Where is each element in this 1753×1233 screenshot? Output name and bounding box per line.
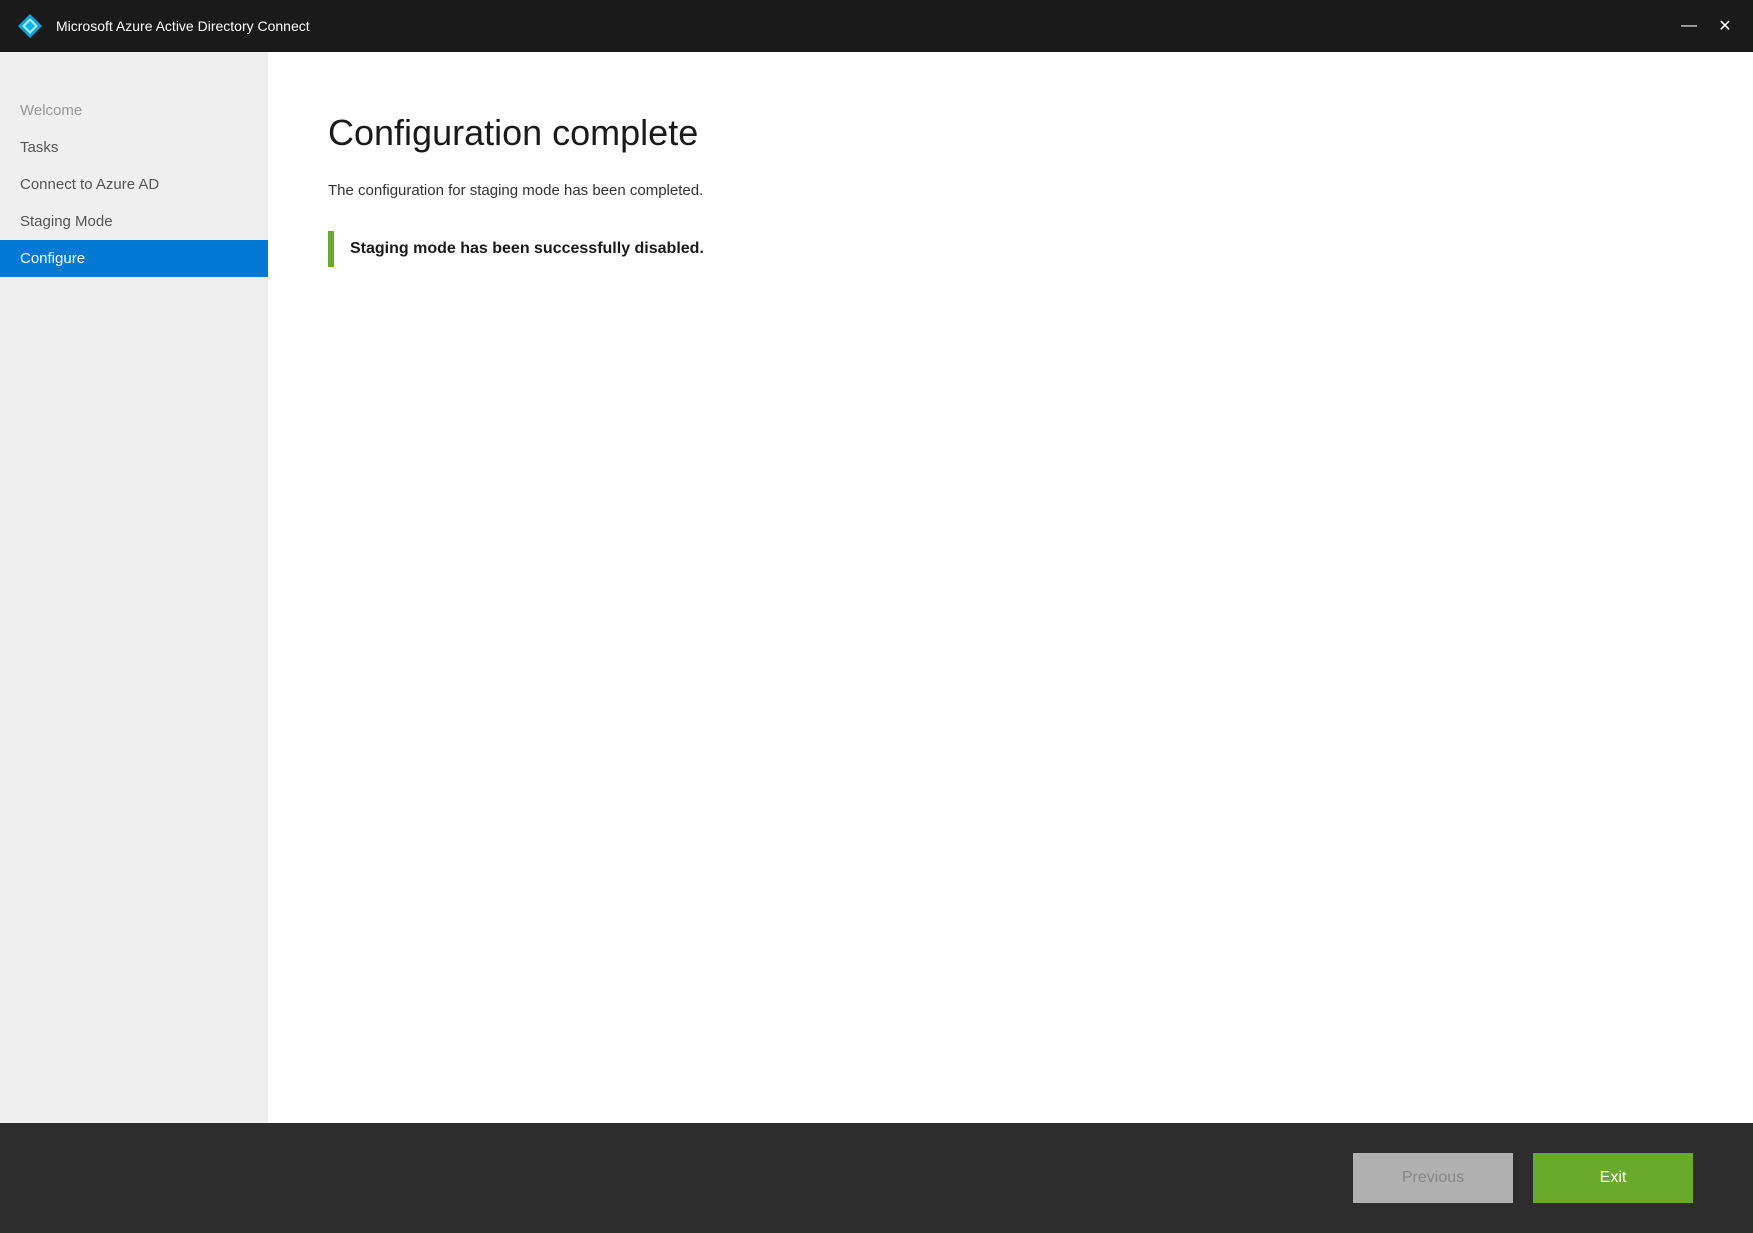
title-bar: Microsoft Azure Active Directory Connect… bbox=[0, 0, 1753, 52]
sidebar-item-configure[interactable]: Configure bbox=[0, 240, 268, 277]
app-window: Microsoft Azure Active Directory Connect… bbox=[0, 0, 1753, 1233]
sidebar-item-tasks[interactable]: Tasks bbox=[0, 129, 268, 166]
description-text: The configuration for staging mode has b… bbox=[328, 182, 1693, 199]
close-button[interactable]: ✕ bbox=[1713, 14, 1737, 38]
exit-button[interactable]: Exit bbox=[1533, 1153, 1693, 1203]
status-bar-indicator bbox=[328, 231, 334, 267]
status-text: Staging mode has been successfully disab… bbox=[350, 231, 704, 267]
main-content: Configuration complete The configuration… bbox=[268, 52, 1753, 1123]
page-title: Configuration complete bbox=[328, 112, 1693, 154]
app-logo-icon bbox=[16, 12, 44, 40]
sidebar-item-connect-azure-ad[interactable]: Connect to Azure AD bbox=[0, 166, 268, 203]
window-controls: — ✕ bbox=[1677, 14, 1737, 38]
window-title: Microsoft Azure Active Directory Connect bbox=[56, 18, 1677, 34]
footer: Previous Exit bbox=[0, 1123, 1753, 1233]
status-message: Staging mode has been successfully disab… bbox=[328, 231, 1693, 267]
minimize-button[interactable]: — bbox=[1677, 14, 1701, 38]
sidebar: Welcome Tasks Connect to Azure AD Stagin… bbox=[0, 52, 268, 1123]
previous-button[interactable]: Previous bbox=[1353, 1153, 1513, 1203]
sidebar-item-staging-mode[interactable]: Staging Mode bbox=[0, 203, 268, 240]
content-area: Welcome Tasks Connect to Azure AD Stagin… bbox=[0, 52, 1753, 1123]
sidebar-item-welcome[interactable]: Welcome bbox=[0, 92, 268, 129]
